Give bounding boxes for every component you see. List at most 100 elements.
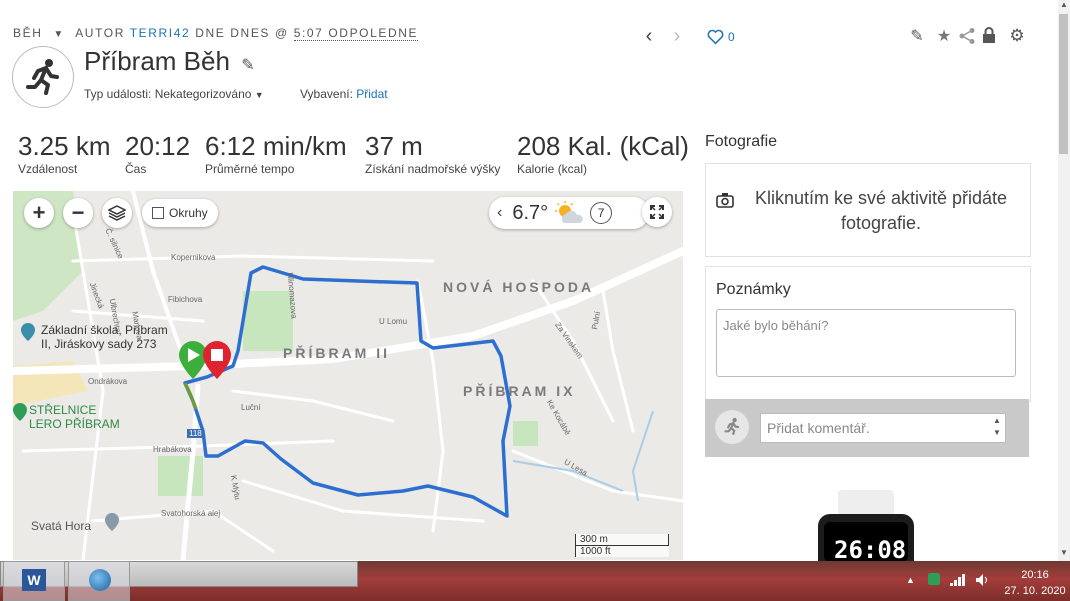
map-poi-strelnice[interactable]: STŘELNICE LERO PŘÍBRAM [13, 403, 120, 431]
add-gear-link[interactable]: Přidat [356, 87, 387, 101]
event-type-label: Typ události: [84, 87, 152, 101]
settings-gear-icon[interactable]: ⚙ [1008, 26, 1026, 46]
activity-title-text: Příbram Běh [84, 46, 230, 76]
taskbar-browser-button[interactable] [68, 561, 130, 601]
scroll-up-arrow-icon[interactable]: ▲ [1060, 0, 1068, 9]
taskbar-clock[interactable]: 20:16 27. 10. 2020 [1003, 567, 1067, 599]
map-label-pribram-ix: PŘÍBRAM IX [463, 383, 576, 399]
activity-meta: BĚH ▼ AUTOR TERRI42 DNE DNES @ 5:07 ODPO… [13, 26, 419, 41]
stat-distance-value: 3.25 km [18, 131, 111, 161]
clock-time: 20:16 [1021, 569, 1049, 581]
weather-collapse-chevron-left-icon[interactable]: ‹ [497, 204, 502, 222]
activity-title[interactable]: Příbram Běh ✎ [84, 46, 255, 77]
wind-indicator: 7 [590, 202, 613, 224]
zoom-in-plus-icon[interactable]: + [24, 198, 54, 228]
scrollbar-thumb[interactable] [1059, 14, 1068, 154]
comment-input[interactable]: Přidat komentář. [760, 413, 1006, 443]
event-type-dropdown-icon[interactable]: ▼ [255, 90, 264, 100]
page-scrollbar[interactable]: ▲ ▼ [1058, 0, 1070, 561]
date-prefix: DNE DNES @ [195, 26, 289, 40]
edit-title-pencil-icon[interactable]: ✎ [241, 57, 254, 74]
volume-speaker-icon[interactable] [976, 573, 990, 586]
device-display: 26:08 [834, 536, 907, 561]
photos-title: Fotografie [705, 133, 778, 150]
activity-type-dropdown-icon[interactable]: ▼ [53, 29, 65, 40]
road-number-badge: 118 [187, 429, 204, 438]
scale-metric: 300 m [575, 534, 669, 546]
school-pin-icon [21, 323, 35, 341]
like-button[interactable]: 0 [707, 29, 735, 45]
stat-pace-label: Průměrné tempo [205, 162, 295, 176]
runner-icon [724, 417, 740, 436]
map-label-ondrakova: Ondrákova [88, 377, 128, 386]
event-type[interactable]: Typ události: Nekategorizováno ▼ [84, 87, 264, 101]
notes-panel: Poznámky Jaké bylo běhání? [705, 266, 1031, 402]
globe-browser-icon [89, 569, 111, 591]
stat-time-value: 20:12 [125, 131, 191, 161]
map-label-svata-hora: Svatá Hora [31, 519, 92, 533]
activity-type: BĚH [13, 26, 43, 40]
map-label-fibichova: Fibichova [168, 295, 203, 304]
layers-icon[interactable] [102, 198, 132, 228]
map-label-nova-hospoda: NOVÁ HOSPODA [443, 279, 595, 295]
runner-icon [26, 59, 59, 95]
map-poi-school[interactable]: Základní škola, Příbram II, Jiráskovy sa… [21, 323, 168, 351]
activity-time[interactable]: 5:07 ODPOLEDNE [293, 26, 419, 41]
camera-icon [716, 193, 734, 208]
stat-elevation-value: 37 m [365, 131, 423, 161]
route-map[interactable]: NOVÁ HOSPODA PŘÍBRAM II PŘÍBRAM IX Zákla… [13, 191, 683, 560]
security-shield-icon[interactable] [928, 573, 940, 585]
fullscreen-expand-icon[interactable] [642, 197, 672, 227]
taskbar-word-button[interactable]: W [3, 561, 65, 601]
map-label-svatohorska: Svatohorská alej [161, 509, 221, 518]
commenter-avatar [715, 410, 749, 444]
stat-distance-label: Vzdálenost [18, 162, 78, 176]
next-activity-chevron-right-icon[interactable]: › [668, 25, 686, 47]
finish-marker-icon[interactable] [203, 341, 231, 379]
clock-date: 27. 10. 2020 [1004, 585, 1066, 597]
strelnice-pin-icon [13, 403, 27, 421]
map-label-school-line2: II, Jiráskovy sady 273 [41, 337, 157, 351]
taskbar: W ▲ 20:16 27. 10. 2020 [0, 561, 1070, 601]
weather-widget[interactable]: ‹ 6.7° 7 [489, 197, 649, 229]
word-icon: W [22, 569, 46, 591]
map-scale: 300 m 1000 ft [575, 534, 669, 557]
stat-calories-label: Kalorie (kcal) [517, 162, 588, 176]
notes-textarea[interactable]: Jaké bylo běhání? [716, 309, 1016, 377]
map-label-u-lomu: U Lomu [379, 317, 408, 326]
share-icon[interactable] [958, 27, 976, 45]
previous-activity-chevron-left-icon[interactable]: ‹ [640, 25, 658, 47]
author-link[interactable]: TERRI42 [130, 26, 191, 40]
laps-label: Okruhy [169, 206, 208, 220]
partly-cloudy-icon [555, 201, 583, 223]
like-count: 0 [728, 30, 735, 44]
network-signal-icon[interactable] [950, 573, 966, 586]
map-label-pribram-ii: PŘÍBRAM II [283, 345, 390, 361]
stat-pace-value: 6:12 min/km [205, 131, 347, 161]
laps-toggle[interactable]: Okruhy [142, 199, 218, 227]
laps-checkbox[interactable] [152, 207, 164, 219]
add-photo-area[interactable]: Kliknutím ke své aktivitě přidáte fotogr… [705, 163, 1031, 257]
favorite-star-icon[interactable]: ★ [935, 27, 953, 45]
map-label-hrabakova: Hrabákova [153, 445, 192, 454]
map-label-strelnice-line2: LERO PŘÍBRAM [29, 417, 120, 431]
heart-icon [707, 29, 724, 45]
device-image: 26:08 [818, 490, 914, 561]
map-label-school-line1: Základní škola, Příbram [41, 323, 168, 337]
add-photo-prompt: Kliknutím ke své aktivitě přidáte fotogr… [754, 188, 1008, 233]
svata-hora-pin-icon[interactable] [105, 513, 119, 531]
zoom-out-minus-icon[interactable]: − [63, 198, 93, 228]
stat-elevation-label: Získání nadmořské výšky [365, 162, 501, 176]
comment-spinner[interactable]: ▲ ▼ [993, 415, 1001, 439]
privacy-lock-icon[interactable] [982, 27, 998, 45]
scroll-down-arrow-icon[interactable]: ▼ [1060, 548, 1068, 557]
notes-title: Poznámky [716, 281, 791, 298]
stat-calories-value: 208 Kal. (kCal) [517, 131, 689, 161]
temperature: 6.7° [512, 201, 549, 224]
show-hidden-icons-chevron-up-icon[interactable]: ▲ [906, 575, 915, 585]
edit-pencil-icon[interactable]: ✎ [908, 27, 926, 45]
event-type-value[interactable]: Nekategorizováno [155, 87, 252, 101]
map-label-strelnice-line1: STŘELNICE [29, 403, 97, 417]
wind-speed: 7 [597, 206, 605, 220]
comment-bar: Přidat komentář. ▲ ▼ [705, 399, 1029, 457]
